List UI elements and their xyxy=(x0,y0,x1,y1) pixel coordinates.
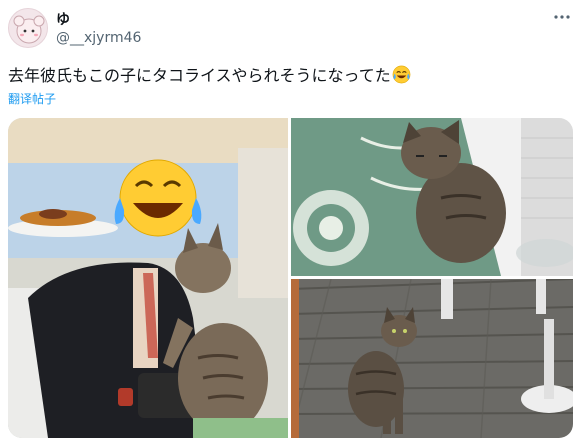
photo-cat-on-deck[interactable] xyxy=(291,279,573,438)
translate-post-link[interactable]: 翻译帖子 xyxy=(8,90,56,107)
avatar-illustration xyxy=(13,15,45,44)
tweet-text-content: 去年彼氏もこの子にタコライスやられそうになってた xyxy=(8,66,391,85)
user-handle[interactable]: @__xjyrm46 xyxy=(56,30,141,46)
photo-person-with-cat[interactable] xyxy=(8,118,288,438)
more-horizontal-icon[interactable] xyxy=(551,6,573,28)
photo-cat-by-table[interactable] xyxy=(291,118,573,276)
tweet-text: 去年彼氏もこの子にタコライスやられそうになってた xyxy=(8,65,411,86)
face-with-tears-of-joy-icon xyxy=(392,65,411,84)
display-name[interactable]: ゆ xyxy=(56,9,70,29)
avatar[interactable] xyxy=(8,8,48,48)
media-grid xyxy=(8,118,573,438)
